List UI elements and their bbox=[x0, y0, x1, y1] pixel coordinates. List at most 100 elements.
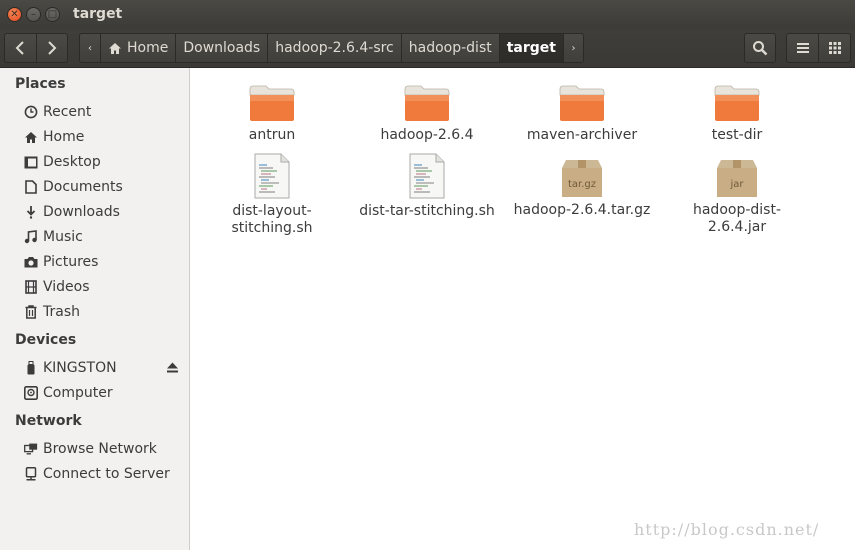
file-item-hadoop-tar-gz[interactable]: tar.gz hadoop-2.6.4.tar.gz bbox=[512, 158, 652, 219]
sidebar-item-label: Pictures bbox=[43, 254, 99, 270]
breadcrumb-scroll-left-button[interactable]: ‹ bbox=[80, 34, 100, 62]
file-name: hadoop-dist-2.6.4.jar bbox=[692, 202, 782, 235]
search-icon bbox=[753, 41, 768, 56]
sidebar-item-documents[interactable]: Documents bbox=[24, 176, 189, 198]
chevron-right-icon bbox=[48, 41, 57, 55]
file-name: test-dir bbox=[711, 127, 763, 143]
breadcrumb: ‹ Home Downloads hadoop-2.6.4-src hadoop… bbox=[79, 33, 584, 63]
archive-badge: tar.gz bbox=[568, 179, 596, 190]
sidebar-item-desktop[interactable]: Desktop bbox=[24, 151, 189, 173]
sidebar-item-label: Browse Network bbox=[43, 441, 157, 457]
close-window-button[interactable]: ✕ bbox=[7, 7, 22, 22]
maximize-window-button[interactable]: □ bbox=[45, 7, 60, 22]
archive-box-icon: jar bbox=[717, 160, 757, 197]
minimize-window-button[interactable]: – bbox=[26, 7, 41, 22]
script-file-icon bbox=[409, 153, 445, 199]
sidebar-item-label: Recent bbox=[43, 104, 92, 120]
sidebar-item-connect-server[interactable]: Connect to Server bbox=[24, 463, 189, 485]
network-icon bbox=[24, 442, 38, 456]
back-button[interactable] bbox=[5, 34, 36, 62]
file-item-dist-layout-stitching[interactable]: dist-layout-stitching.sh bbox=[202, 153, 342, 237]
eject-icon[interactable] bbox=[166, 361, 179, 374]
archive-box-icon: tar.gz bbox=[562, 160, 602, 197]
sidebar-item-computer[interactable]: Computer bbox=[24, 382, 189, 404]
sidebar-item-label: Documents bbox=[43, 179, 123, 195]
grid-view-button[interactable] bbox=[818, 34, 850, 62]
breadcrumb-scroll-right-button[interactable]: › bbox=[563, 34, 583, 62]
file-item-dist-tar-stitching[interactable]: dist-tar-stitching.sh bbox=[357, 153, 497, 220]
music-icon bbox=[24, 230, 38, 244]
document-icon bbox=[24, 180, 38, 194]
sidebar-item-label: Videos bbox=[43, 279, 90, 295]
menu-button[interactable] bbox=[787, 34, 818, 62]
search-button[interactable] bbox=[744, 33, 776, 63]
breadcrumb-label: Home bbox=[127, 40, 169, 56]
download-icon bbox=[24, 205, 38, 219]
sidebar-item-label: Music bbox=[43, 229, 83, 245]
toolbar: ‹ Home Downloads hadoop-2.6.4-src hadoop… bbox=[0, 29, 855, 68]
trash-icon bbox=[24, 305, 38, 319]
archive-badge: jar bbox=[729, 179, 744, 190]
sidebar-item-trash[interactable]: Trash bbox=[24, 301, 189, 323]
file-name: hadoop-2.6.4 bbox=[380, 127, 474, 143]
file-item-hadoop-dist-jar[interactable]: jar hadoop-dist-2.6.4.jar bbox=[667, 158, 807, 236]
file-item-antrun[interactable]: antrun bbox=[202, 83, 342, 144]
chevron-left-icon bbox=[16, 41, 25, 55]
sidebar-item-label: KINGSTON bbox=[43, 360, 117, 376]
sidebar-item-music[interactable]: Music bbox=[24, 226, 189, 248]
sidebar-item-home[interactable]: Home bbox=[24, 126, 189, 148]
sidebar-item-downloads[interactable]: Downloads bbox=[24, 201, 189, 223]
file-name: maven-archiver bbox=[526, 127, 638, 143]
harddisk-icon bbox=[24, 386, 38, 400]
file-item-hadoop-2-6-4[interactable]: hadoop-2.6.4 bbox=[357, 83, 497, 144]
home-icon bbox=[24, 130, 38, 144]
folder-icon bbox=[249, 85, 295, 121]
forward-button[interactable] bbox=[35, 34, 67, 62]
sidebar-item-label: Connect to Server bbox=[43, 466, 170, 482]
file-view: antrun hadoop-2.6.4 maven-archiver test-… bbox=[190, 68, 855, 550]
server-icon bbox=[24, 467, 38, 481]
breadcrumb-hadoop-src[interactable]: hadoop-2.6.4-src bbox=[267, 34, 401, 62]
sidebar-item-pictures[interactable]: Pictures bbox=[24, 251, 189, 273]
file-item-maven-archiver[interactable]: maven-archiver bbox=[512, 83, 652, 144]
title-bar: ✕ – □ target bbox=[0, 0, 855, 29]
sidebar-item-label: Downloads bbox=[43, 204, 120, 220]
grid-view-icon bbox=[828, 42, 841, 54]
folder-icon bbox=[404, 85, 450, 121]
breadcrumb-hadoop-dist[interactable]: hadoop-dist bbox=[400, 34, 499, 62]
file-name: dist-layout-stitching.sh bbox=[231, 203, 313, 236]
window-title: target bbox=[73, 6, 123, 22]
navigation-buttons bbox=[4, 33, 68, 63]
file-name: dist-tar-stitching.sh bbox=[359, 203, 495, 219]
folder-icon bbox=[714, 85, 760, 121]
sidebar-item-kingston[interactable]: KINGSTON bbox=[24, 357, 189, 379]
sidebar-item-recent[interactable]: Recent bbox=[24, 101, 189, 123]
watermark: http://blog.csdn.net/ bbox=[634, 520, 820, 539]
file-name: antrun bbox=[248, 127, 296, 143]
sidebar-item-videos[interactable]: Videos bbox=[24, 276, 189, 298]
devices-heading: Devices bbox=[15, 332, 77, 348]
sidebar-item-label: Trash bbox=[43, 304, 80, 320]
usb-drive-icon bbox=[24, 361, 38, 375]
script-file-icon bbox=[254, 153, 290, 199]
sidebar-item-label: Computer bbox=[43, 385, 113, 401]
sidebar-item-label: Home bbox=[43, 129, 85, 145]
file-item-test-dir[interactable]: test-dir bbox=[667, 83, 807, 144]
network-heading: Network bbox=[15, 413, 82, 429]
sidebar: Places Recent Home Desktop Documents Dow… bbox=[0, 68, 190, 550]
film-icon bbox=[24, 280, 38, 294]
desktop-icon bbox=[24, 155, 38, 169]
folder-icon bbox=[559, 85, 605, 121]
file-name: hadoop-2.6.4.tar.gz bbox=[513, 202, 651, 218]
sidebar-item-browse-network[interactable]: Browse Network bbox=[24, 438, 189, 460]
breadcrumb-target[interactable]: target bbox=[498, 34, 563, 62]
places-heading: Places bbox=[15, 76, 66, 92]
view-buttons bbox=[786, 33, 851, 63]
clock-icon bbox=[24, 105, 38, 119]
breadcrumb-downloads[interactable]: Downloads bbox=[175, 34, 267, 62]
camera-icon bbox=[24, 255, 38, 269]
hamburger-menu-icon bbox=[796, 43, 809, 53]
home-icon bbox=[109, 42, 121, 54]
breadcrumb-home[interactable]: Home bbox=[100, 34, 175, 62]
sidebar-item-label: Desktop bbox=[43, 154, 101, 170]
